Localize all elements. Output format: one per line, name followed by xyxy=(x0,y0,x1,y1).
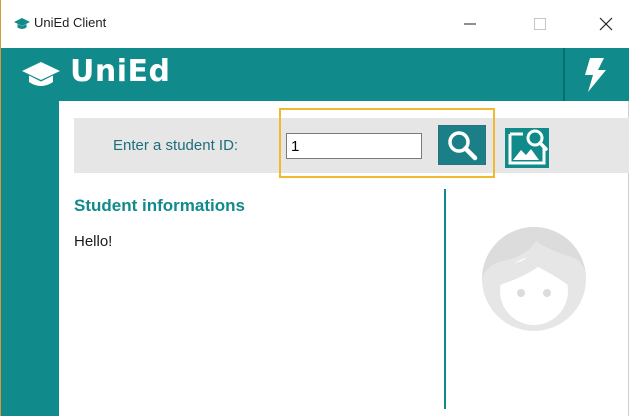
window-title: UniEd Client xyxy=(34,15,107,30)
image-search-icon xyxy=(505,128,549,168)
photo-search-button[interactable] xyxy=(499,123,555,171)
app-header: UniEd xyxy=(1,48,629,101)
header-divider xyxy=(563,48,565,101)
content-divider xyxy=(444,189,446,409)
magnifier-icon xyxy=(448,131,478,161)
maximize-button[interactable] xyxy=(517,0,563,48)
flash-button[interactable] xyxy=(567,48,623,101)
student-info-heading: Student informations xyxy=(74,196,245,215)
avatar-face-icon xyxy=(482,227,586,331)
close-icon xyxy=(599,17,613,31)
graduation-cap-icon xyxy=(22,62,60,86)
student-id-input[interactable] xyxy=(286,133,422,159)
minimize-icon xyxy=(464,23,476,25)
left-sidebar-strip xyxy=(1,101,59,416)
window-titlebar: UniEd Client xyxy=(1,0,629,48)
search-button[interactable] xyxy=(438,125,486,165)
student-id-label: Enter a student ID: xyxy=(113,137,239,154)
minimize-button[interactable] xyxy=(447,0,493,48)
student-info-text: Hello! xyxy=(74,233,113,250)
lightning-bolt-icon xyxy=(585,57,606,92)
maximize-icon xyxy=(534,18,546,30)
graduation-cap-icon xyxy=(14,18,30,29)
close-button[interactable] xyxy=(583,0,629,48)
brand-name: UniEd xyxy=(70,54,171,89)
